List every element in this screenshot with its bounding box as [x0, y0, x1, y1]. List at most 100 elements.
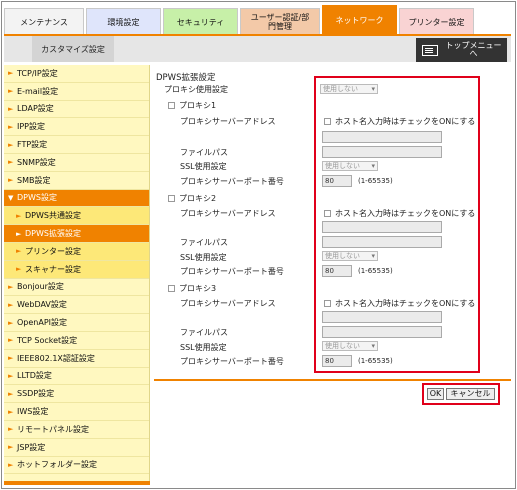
arrow-right-icon: ►: [8, 443, 14, 452]
sidebar-item-tcpip[interactable]: ► TCP/IP設定: [4, 65, 149, 83]
arrow-right-icon: ►: [8, 122, 14, 131]
sidebar-item-label: スキャナー設定: [25, 264, 81, 274]
proxy2-address-label: プロキシサーバーアドレス: [180, 209, 276, 218]
sub-tab-bar: カスタマイズ設定 トップメニューへ: [4, 34, 511, 62]
proxy3-label: プロキシ3: [179, 284, 217, 293]
sidebar-item-dpws-common[interactable]: ► DPWS共通設定: [4, 207, 149, 226]
sidebar-item-label: リモートパネル設定: [17, 424, 89, 434]
sidebar-item-dpws[interactable]: ▼ DPWS設定: [4, 189, 149, 208]
arrow-right-icon: ►: [8, 282, 14, 291]
sidebar-item-label: WebDAV設定: [17, 300, 67, 310]
sidebar-bottom-bar: [4, 481, 150, 485]
sidebar-item-label: DPWS設定: [17, 193, 57, 203]
sidebar-item-label: TCP Socket設定: [17, 335, 78, 345]
checkbox-icon: [168, 102, 175, 109]
arrow-right-icon: ►: [8, 336, 14, 345]
tab-printer-settings[interactable]: プリンター設定: [399, 8, 474, 36]
sidebar-item-ipp[interactable]: ► IPP設定: [4, 118, 149, 137]
sidebar-item-snmp[interactable]: ► SNMP設定: [4, 154, 149, 172]
arrow-right-icon: ►: [8, 300, 14, 309]
cancel-button[interactable]: キャンセル: [446, 388, 495, 400]
ok-button[interactable]: OK: [427, 388, 444, 400]
proxy1-checkbox[interactable]: プロキシ1: [168, 100, 216, 111]
proxy3-port-label: プロキシサーバーポート番号: [180, 357, 284, 366]
main-content: DPWS拡張設定 プロキシ使用設定 使用しない プロキシ1 プロキシサーバーアド…: [150, 65, 511, 485]
arrow-right-icon: ►: [8, 318, 14, 327]
sidebar-item-label: SNMP設定: [17, 157, 56, 167]
tab-environment[interactable]: 環境設定: [86, 8, 161, 36]
proxy2-ssl-label: SSL使用設定: [180, 253, 227, 262]
proxy3-filepath-label: ファイルパス: [180, 328, 228, 337]
proxy2-port-label: プロキシサーバーポート番号: [180, 267, 284, 276]
sidebar-item-label: FTP設定: [17, 140, 48, 150]
sidebar-item-dpws-printer[interactable]: ► プリンター設定: [4, 242, 149, 261]
sidebar-item-smb[interactable]: ► SMB設定: [4, 172, 149, 190]
sidebar-item-dpws-scanner[interactable]: ► スキャナー設定: [4, 260, 149, 279]
proxy1-ssl-label: SSL使用設定: [180, 162, 227, 171]
sidebar-item-label: IEEE802.1X認証設定: [17, 353, 95, 363]
sidebar-item-remote-panel[interactable]: ► リモートパネル設定: [4, 421, 149, 439]
proxy2-label: プロキシ2: [179, 194, 217, 203]
arrow-right-icon: ►: [8, 69, 14, 78]
highlight-box-settings: [314, 76, 480, 373]
sidebar-item-hot-folder[interactable]: ► ホットフォルダー設定: [4, 457, 149, 475]
menu-icon: [422, 44, 438, 56]
tab-security[interactable]: セキュリティ: [163, 8, 238, 36]
proxy1-filepath-label: ファイルパス: [180, 148, 228, 157]
checkbox-icon: [168, 195, 175, 202]
sidebar-item-label: DPWS共通設定: [25, 211, 81, 221]
sidebar-item-ssdp[interactable]: ► SSDP設定: [4, 385, 149, 404]
tab-network[interactable]: ネットワーク: [322, 5, 397, 36]
proxy3-checkbox[interactable]: プロキシ3: [168, 283, 216, 294]
tab-maintenance[interactable]: メンテナンス: [4, 8, 84, 36]
proxy2-filepath-label: ファイルパス: [180, 238, 228, 247]
arrow-right-icon: ►: [8, 140, 14, 149]
sidebar-item-label: プリンター設定: [25, 246, 81, 256]
arrow-right-icon: ►: [8, 104, 14, 113]
arrow-right-icon: ►: [8, 371, 14, 380]
sidebar-item-label: IPP設定: [17, 122, 46, 132]
sidebar-item-webdav[interactable]: ► WebDAV設定: [4, 296, 149, 315]
sidebar-item-openapi[interactable]: ► OpenAPI設定: [4, 314, 149, 332]
sidebar-item-label: OpenAPI設定: [17, 318, 68, 328]
sidebar-item-label: DPWS拡張設定: [25, 229, 81, 239]
sidebar-item-ieee8021x[interactable]: ► IEEE802.1X認証設定: [4, 350, 149, 368]
arrow-right-icon: ►: [16, 229, 22, 238]
sidebar-item-tcp-socket[interactable]: ► TCP Socket設定: [4, 332, 149, 350]
proxy3-ssl-label: SSL使用設定: [180, 343, 227, 352]
arrow-right-icon: ►: [8, 425, 14, 434]
top-tab-bar: メンテナンス 環境設定 セキュリティ ユーザー認証/部門管理 ネットワーク プリ…: [4, 4, 511, 36]
sidebar-item-email[interactable]: ► E-mail設定: [4, 83, 149, 101]
proxy1-label: プロキシ1: [179, 101, 217, 110]
sidebar-item-jsp[interactable]: ► JSP設定: [4, 439, 149, 457]
arrow-down-icon: ▼: [8, 193, 14, 202]
proxy2-checkbox[interactable]: プロキシ2: [168, 193, 216, 204]
sidebar-item-label: TCP/IP設定: [17, 68, 58, 78]
sidebar-item-label: ホットフォルダー設定: [17, 460, 97, 470]
sidebar-item-ldap[interactable]: ► LDAP設定: [4, 101, 149, 119]
proxy3-address-label: プロキシサーバーアドレス: [180, 299, 276, 308]
sidebar-item-label: Bonjour設定: [17, 282, 64, 292]
arrow-right-icon: ►: [8, 87, 14, 96]
divider: [154, 379, 511, 381]
arrow-right-icon: ►: [8, 389, 14, 398]
sidebar-item-lltd[interactable]: ► LLTD設定: [4, 368, 149, 386]
sidebar-item-bonjour[interactable]: ► Bonjour設定: [4, 279, 149, 297]
sidebar-item-label: SMB設定: [17, 175, 51, 185]
tab-user-auth[interactable]: ユーザー認証/部門管理: [240, 8, 320, 36]
proxy1-address-label: プロキシサーバーアドレス: [180, 117, 276, 126]
page-title: DPWS拡張設定: [156, 73, 216, 83]
tab-customize[interactable]: カスタマイズ設定: [32, 36, 114, 62]
sidebar-item-label: LLTD設定: [17, 371, 52, 381]
sidebar-item-dpws-extended[interactable]: ► DPWS拡張設定: [4, 225, 149, 243]
arrow-right-icon: ►: [8, 407, 14, 416]
sidebar-item-iws[interactable]: ► IWS設定: [4, 403, 149, 421]
arrow-right-icon: ►: [8, 460, 14, 469]
top-menu-button[interactable]: トップメニューへ: [416, 38, 507, 62]
proxy1-port-label: プロキシサーバーポート番号: [180, 177, 284, 186]
arrow-right-icon: ►: [16, 247, 22, 256]
sidebar-item-label: JSP設定: [17, 442, 46, 452]
sidebar-item-ftp[interactable]: ► FTP設定: [4, 136, 149, 154]
sidebar-item-label: E-mail設定: [17, 86, 59, 96]
arrow-right-icon: ►: [8, 158, 14, 167]
